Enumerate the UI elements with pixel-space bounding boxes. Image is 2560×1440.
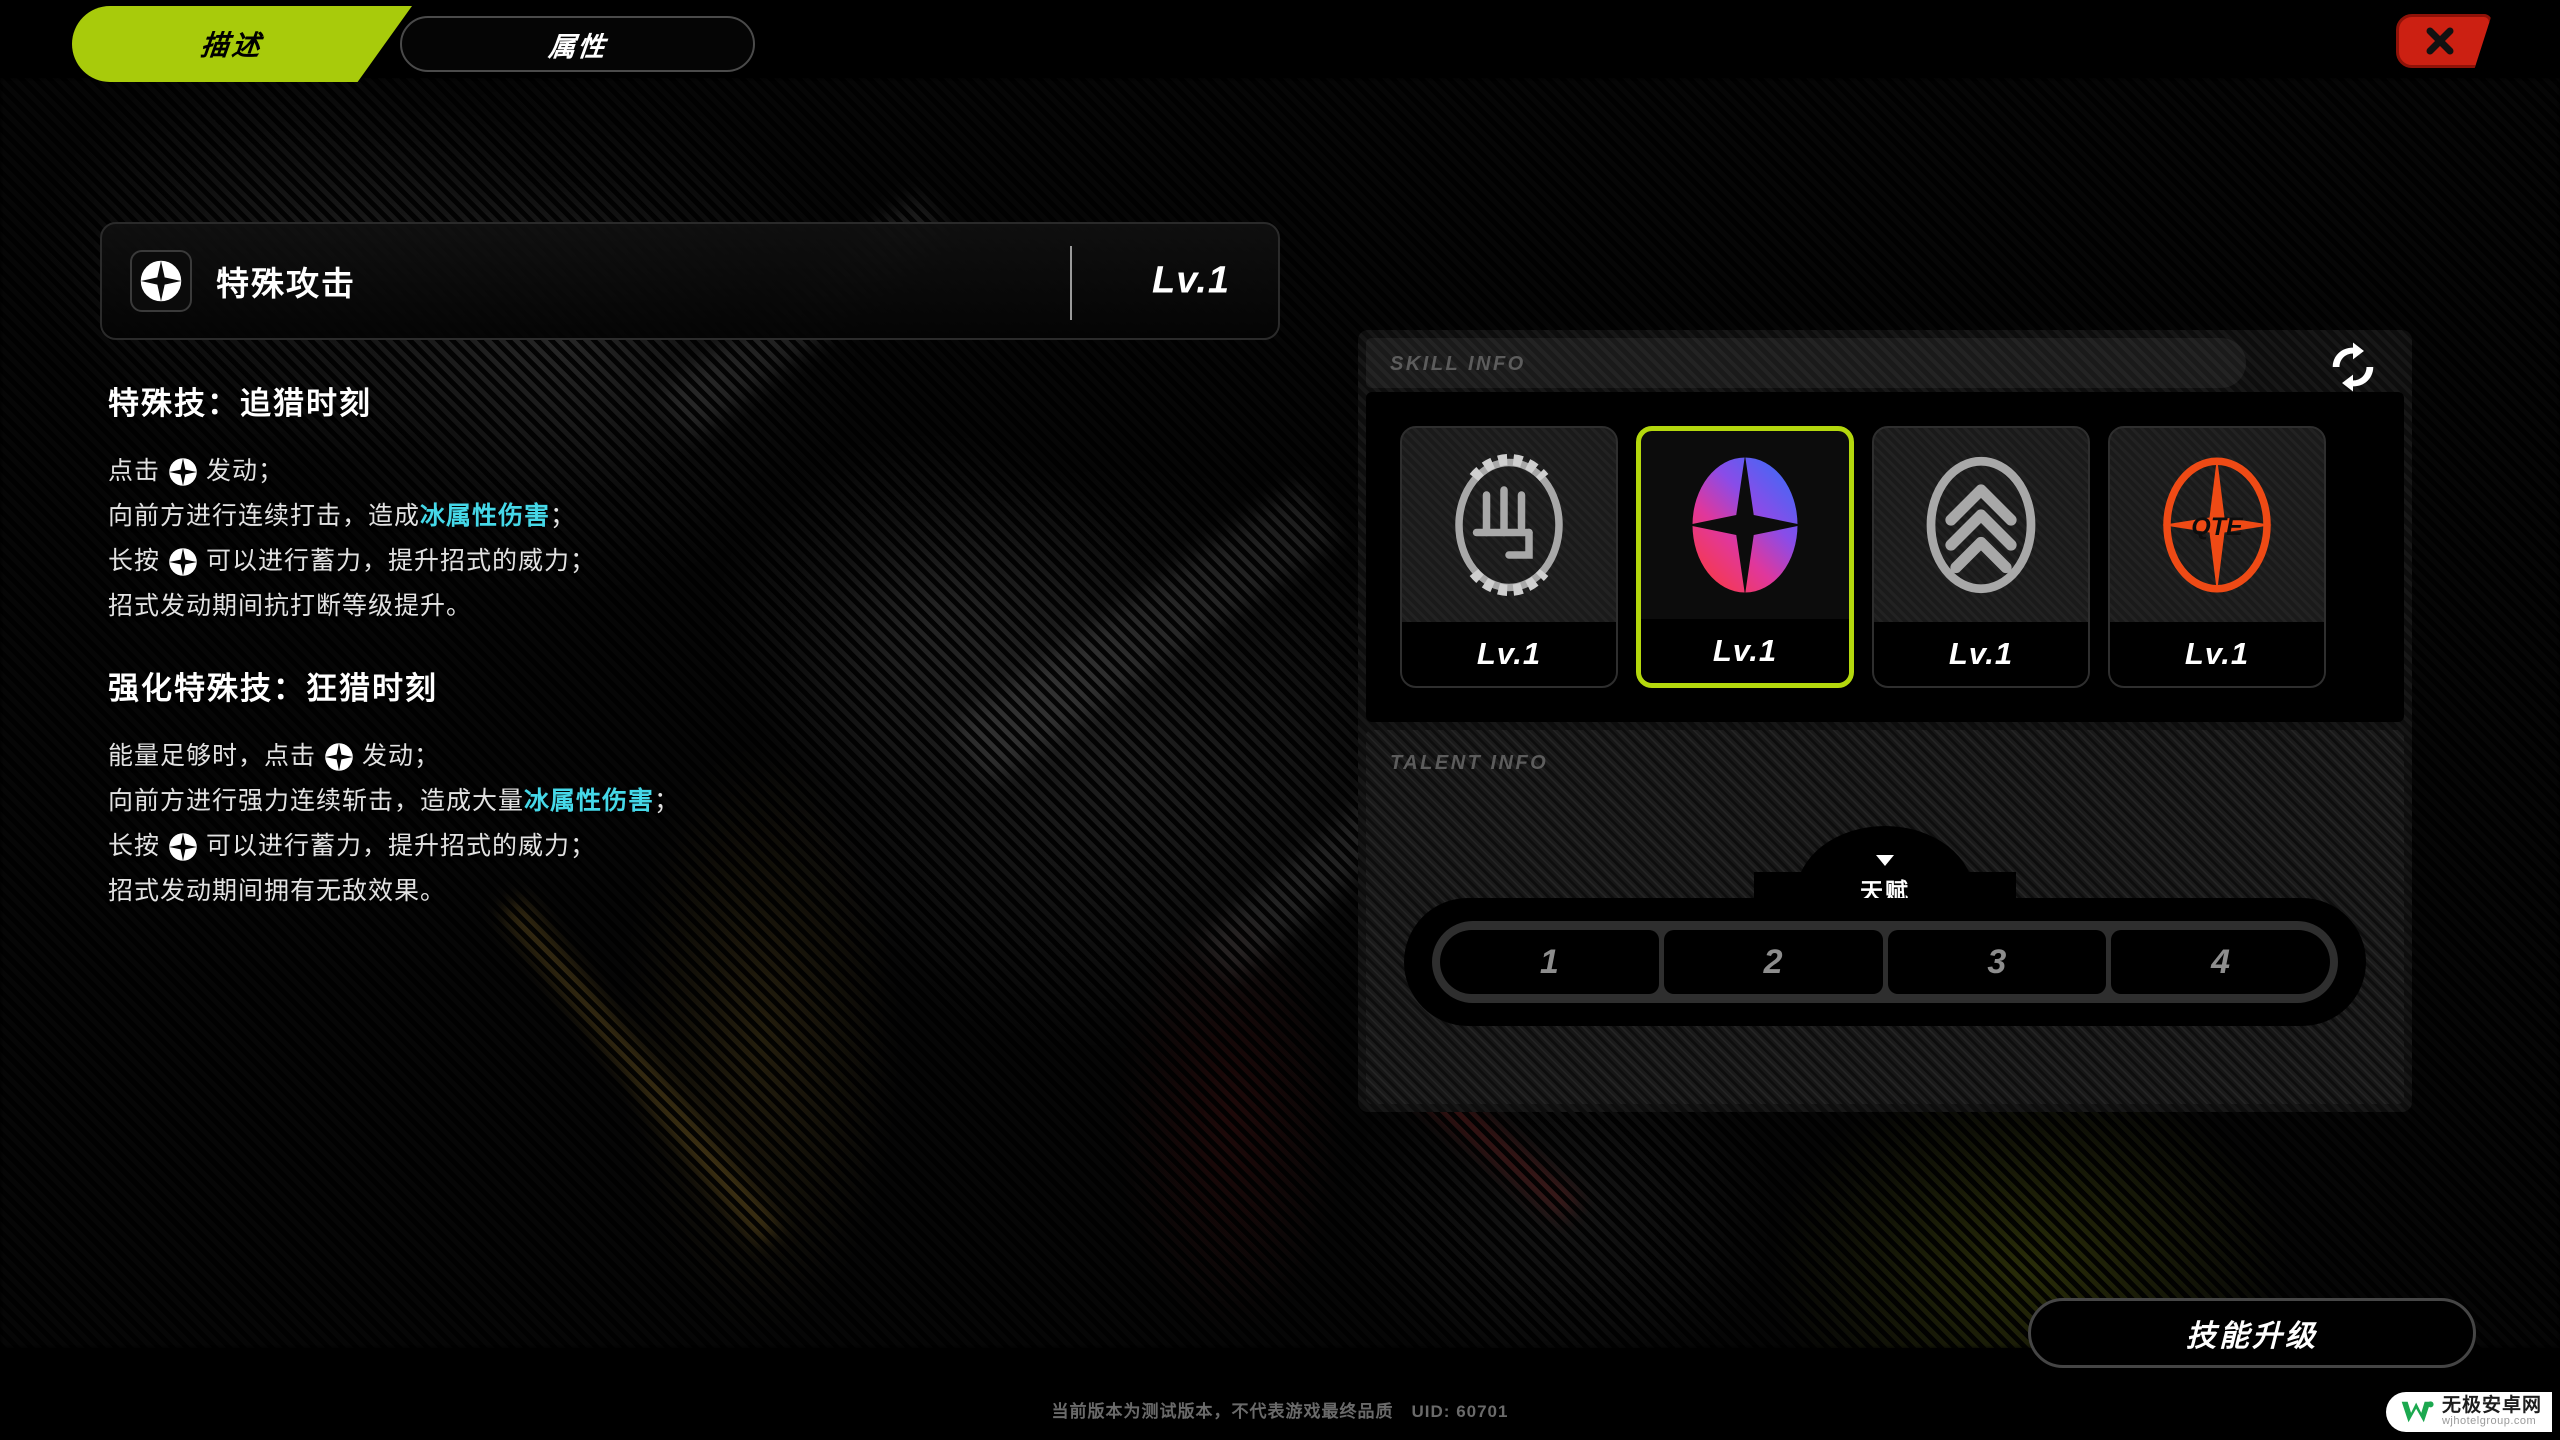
element-damage-text: 冰属性伤害 [420,502,551,530]
description-text: 长按 [108,832,161,860]
special-attack-star-icon [168,457,198,487]
skill-card-qte-star[interactable]: QTE Lv.1 [2108,426,2326,688]
special-attack-star-icon [169,832,197,861]
description-line: 招式发动期间抗打断等级提升。 [108,584,1268,629]
skill-detail-screen: 属性 描述 特殊攻击 Lv.1 特殊技：追猎时刻 点击 发动； 向前方进行连续打… [0,0,2560,1440]
description-line: 能量足够时，点击 发动； [108,734,1268,779]
tab-description[interactable]: 描述 [72,6,412,82]
talent-info-section: TALENT INFO 天赋 1234 [1366,730,2404,1104]
close-x-icon [2426,27,2454,55]
tab-attributes-label: 属性 [546,31,608,62]
description-line: 招式发动期间拥有无敌效果。 [108,869,1268,914]
skill-info-panel: SKILL INFO Lv.1 Lv.1 Lv.1 QTE Lv.1 TALENT IN… [1358,330,2412,1112]
basic-attack-fist-icon [1402,428,1616,622]
skill-card-special-attack-star[interactable]: Lv.1 [1636,426,1854,688]
special-attack-star-icon [169,457,197,486]
description-text: 发动； [206,457,285,485]
description-line: 向前方进行强力连续斩击，造成大量 冰属性伤害； [108,779,1268,824]
description-block: 强化特殊技：狂猎时刻 能量足够时，点击 发动； 向前方进行强力连续斩击，造成大量 冰属… [108,663,1268,914]
talent-slot[interactable]: 4 [2111,930,2330,994]
talent-slot[interactable]: 3 [1887,930,2107,994]
talent-slot-bar: 1234 [1404,898,2366,1026]
skill-card-level: Lv.1 [2110,622,2324,686]
skill-level: Lv.1 [1152,259,1230,302]
description-title: 特殊技：追猎时刻 [108,386,372,421]
special-attack-star-icon [169,547,197,576]
bottom-bar: 技能升级 当前版本为测试版本，不代表游戏最终品质 UID: 60701 [0,1298,2560,1440]
description-line: 长按 可以进行蓄力，提升招式的威力； [108,539,1268,584]
description-text: ； [550,502,577,530]
site-watermark: 无极安卓网 wjhotelgroup.com [2385,1392,2552,1432]
dodge-chevron-icon [1874,428,2088,622]
talent-slot[interactable]: 2 [1663,930,1883,994]
w-logo-icon [2401,1401,2434,1423]
skill-header-icon-box [130,250,192,312]
skill-header: 特殊攻击 Lv.1 [100,222,1280,340]
skill-description-area: 特殊技：追猎时刻 点击 发动； 向前方进行连续打击，造成 冰属性伤害；长按 可以进行蓄… [108,378,1268,948]
description-text: 招式发动期间抗打断等级提升。 [108,592,473,620]
watermark-name: 无极安卓网 [2441,1395,2542,1417]
skill-card-level: Lv.1 [1402,622,1616,686]
watermark-url: wjhotelgroup.com [2441,1415,2537,1428]
description-line: 向前方进行连续打击，造成 冰属性伤害； [108,494,1268,539]
description-text: 向前方进行强力连续斩击，造成大量 [108,787,525,815]
description-text: 可以进行蓄力，提升招式的威力； [206,832,597,860]
description-text: 招式发动期间拥有无敌效果。 [108,877,447,905]
top-bar: 属性 描述 [0,0,2560,82]
description-title: 强化特殊技：狂猎时刻 [108,671,438,706]
basic-attack-fist-icon [1455,454,1563,596]
qte-star-icon: QTE [2162,457,2272,593]
description-text: ； [654,787,681,815]
skill-name: 特殊攻击 [216,265,356,302]
qte-star-icon: QTE [2110,428,2324,622]
skill-upgrade-button[interactable]: 技能升级 [2028,1298,2476,1368]
skill-upgrade-label: 技能升级 [2186,1320,2318,1353]
tab-description-label: 描述 [199,30,265,61]
description-text: 能量足够时，点击 [108,742,317,770]
art-shape [500,897,780,1245]
special-attack-star-icon [325,742,353,771]
description-text: 向前方进行连续打击，造成 [108,502,421,530]
description-block: 特殊技：追猎时刻 点击 发动； 向前方进行连续打击，造成 冰属性伤害；长按 可以进行蓄… [108,378,1268,629]
skill-info-header: SKILL INFO [1366,338,2246,388]
description-line: 点击 发动； [108,449,1268,494]
dodge-chevron-icon [1926,456,2036,594]
watermark-text: 无极安卓网 wjhotelgroup.com [2442,1396,2542,1427]
talent-slot[interactable]: 1 [1440,930,1659,994]
close-button[interactable] [2396,14,2492,68]
description-text: 发动； [362,742,441,770]
svg-text:QTE: QTE [2191,513,2244,541]
chevron-down-icon [1876,855,1894,866]
special-attack-star-icon [140,260,182,302]
description-text: 可以进行蓄力，提升招式的威力； [206,547,597,575]
special-attack-star-icon [324,742,354,772]
tab-attributes[interactable]: 属性 [400,16,755,72]
refresh-swap-icon [2332,342,2374,392]
special-attack-star-icon [1641,431,1849,619]
special-attack-star-icon [168,547,198,577]
skill-info-label: SKILL INFO [1390,353,1526,375]
header-divider [1070,246,1072,320]
skill-card-dodge-chevron[interactable]: Lv.1 [1872,426,2090,688]
description-text: 长按 [108,547,161,575]
skill-card-level: Lv.1 [1641,619,1849,683]
talent-info-label: TALENT INFO [1390,752,1549,774]
special-attack-star-icon [168,832,198,862]
description-line: 长按 可以进行蓄力，提升招式的威力； [108,824,1268,869]
footer-note: 当前版本为测试版本，不代表游戏最终品质 UID: 60701 [1051,1402,1509,1421]
refresh-button[interactable] [2322,336,2384,398]
element-damage-text: 冰属性伤害 [524,787,655,815]
skill-card-basic-attack-fist[interactable]: Lv.1 [1400,426,1618,688]
skill-card-level: Lv.1 [1874,622,2088,686]
special-attack-star-icon [1692,457,1798,593]
talent-slot-track: 1234 [1432,921,2338,1003]
skill-cards-row: Lv.1 Lv.1 Lv.1 QTE Lv.1 [1366,392,2404,722]
description-text: 点击 [108,457,161,485]
